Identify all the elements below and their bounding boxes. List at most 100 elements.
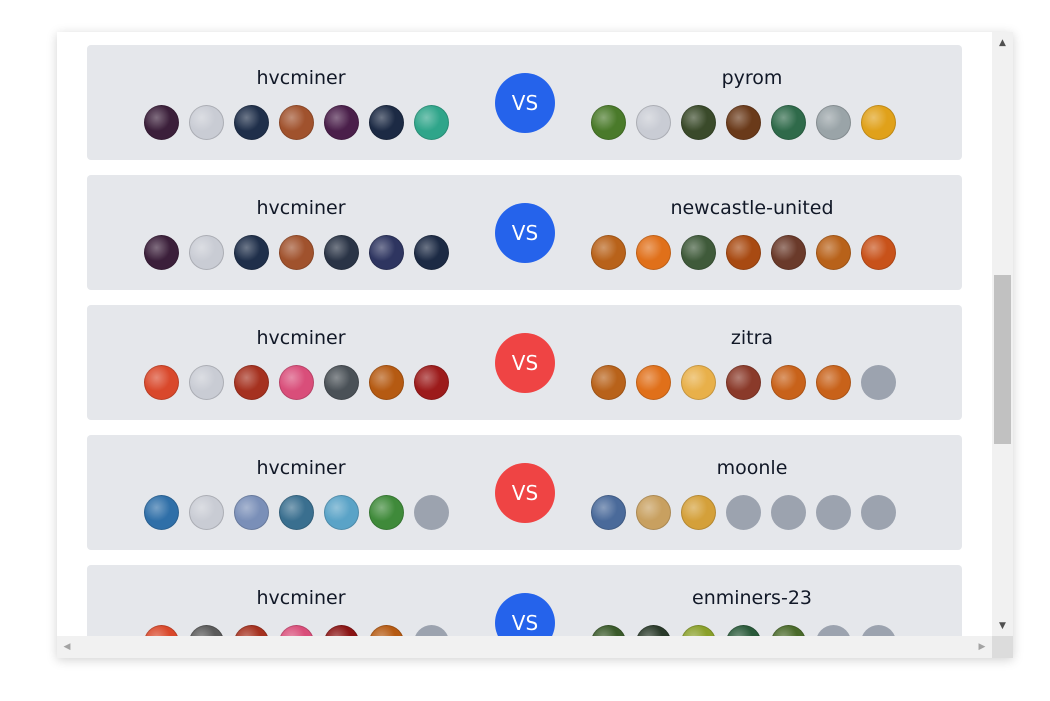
hero-avatar[interactable] [414, 365, 449, 400]
hero-avatar[interactable] [324, 365, 359, 400]
empty-hero-slot [861, 625, 896, 636]
hero-avatar[interactable] [816, 365, 851, 400]
hero-avatar[interactable] [189, 105, 224, 140]
hero-avatar[interactable] [324, 235, 359, 270]
hero-avatar[interactable] [234, 495, 269, 530]
hero-avatar[interactable] [369, 365, 404, 400]
hero-avatar[interactable] [726, 235, 761, 270]
hero-avatar[interactable] [144, 365, 179, 400]
match-card[interactable]: hvcminer VS moonle [87, 435, 962, 550]
hero-avatar[interactable] [726, 105, 761, 140]
opponent-name[interactable]: enminers-23 [542, 587, 962, 609]
hero-avatar[interactable] [189, 235, 224, 270]
player-hero-list [144, 365, 449, 400]
hero-avatar[interactable] [369, 105, 404, 140]
vertical-scrollbar-thumb[interactable] [994, 275, 1011, 444]
match-card[interactable]: hvcminer VS zitra [87, 305, 962, 420]
hero-avatar[interactable] [636, 495, 671, 530]
hero-avatar[interactable] [369, 495, 404, 530]
hero-avatar[interactable] [234, 235, 269, 270]
opponent-name[interactable]: moonle [542, 457, 962, 479]
player-name[interactable]: hvcminer [87, 457, 515, 479]
player-side: hvcminer [87, 435, 507, 550]
hero-avatar[interactable] [414, 105, 449, 140]
hero-avatar[interactable] [681, 105, 716, 140]
scroll-up-arrow-icon[interactable]: ▲ [992, 34, 1013, 51]
vertical-scrollbar[interactable]: ▲ ▼ [992, 32, 1013, 636]
match-card[interactable]: hvcminer VS newcastle-united [87, 175, 962, 290]
player-name[interactable]: hvcminer [87, 327, 515, 349]
player-side: hvcminer [87, 305, 507, 420]
hero-avatar[interactable] [771, 105, 806, 140]
hero-avatar[interactable] [144, 105, 179, 140]
hero-avatar[interactable] [324, 105, 359, 140]
hero-avatar[interactable] [279, 625, 314, 636]
player-name[interactable]: hvcminer [87, 67, 515, 89]
hero-avatar[interactable] [681, 235, 716, 270]
horizontal-scrollbar[interactable]: ◀ ▶ [57, 636, 992, 658]
matches-viewport[interactable]: hvcminer VS pyrom hvcminer VS newcastle-unite… [57, 32, 992, 636]
hero-avatar[interactable] [234, 625, 269, 636]
scroll-right-arrow-icon[interactable]: ▶ [972, 636, 992, 658]
hero-avatar[interactable] [861, 105, 896, 140]
hero-avatar[interactable] [636, 365, 671, 400]
scrollbar-corner [992, 636, 1013, 658]
empty-hero-slot [816, 495, 851, 530]
empty-hero-slot [414, 625, 449, 636]
hero-avatar[interactable] [681, 365, 716, 400]
empty-hero-slot [726, 495, 761, 530]
hero-avatar[interactable] [771, 365, 806, 400]
player-hero-list [144, 625, 449, 636]
hero-avatar[interactable] [144, 235, 179, 270]
match-card[interactable]: hvcminer VS enminers-23 [87, 565, 962, 636]
opponent-side: newcastle-united [542, 175, 962, 290]
player-name[interactable]: hvcminer [87, 587, 515, 609]
scroll-left-arrow-icon[interactable]: ◀ [57, 636, 77, 658]
hero-avatar[interactable] [591, 365, 626, 400]
hero-avatar[interactable] [816, 235, 851, 270]
hero-avatar[interactable] [144, 625, 179, 636]
scroll-down-arrow-icon[interactable]: ▼ [992, 617, 1013, 634]
hero-avatar[interactable] [636, 235, 671, 270]
hero-avatar[interactable] [816, 105, 851, 140]
hero-avatar[interactable] [636, 105, 671, 140]
hero-avatar[interactable] [279, 235, 314, 270]
hero-avatar[interactable] [591, 495, 626, 530]
hero-avatar[interactable] [369, 625, 404, 636]
hero-avatar[interactable] [681, 495, 716, 530]
match-card[interactable]: hvcminer VS pyrom [87, 45, 962, 160]
hero-avatar[interactable] [681, 625, 716, 636]
hero-avatar[interactable] [279, 365, 314, 400]
hero-avatar[interactable] [591, 105, 626, 140]
hero-avatar[interactable] [369, 235, 404, 270]
hero-avatar[interactable] [726, 625, 761, 636]
opponent-name[interactable]: pyrom [542, 67, 962, 89]
opponent-name[interactable]: newcastle-united [542, 197, 962, 219]
opponent-name[interactable]: zitra [542, 327, 962, 349]
hero-avatar[interactable] [636, 625, 671, 636]
opponent-side: zitra [542, 305, 962, 420]
hero-avatar[interactable] [591, 625, 626, 636]
player-side: hvcminer [87, 565, 507, 636]
hero-avatar[interactable] [234, 105, 269, 140]
hero-avatar[interactable] [189, 495, 224, 530]
hero-avatar[interactable] [771, 235, 806, 270]
player-name[interactable]: hvcminer [87, 197, 515, 219]
player-hero-list [144, 495, 449, 530]
hero-avatar[interactable] [771, 625, 806, 636]
hero-avatar[interactable] [414, 235, 449, 270]
empty-hero-slot [414, 495, 449, 530]
player-side: hvcminer [87, 175, 507, 290]
hero-avatar[interactable] [591, 235, 626, 270]
hero-avatar[interactable] [189, 365, 224, 400]
hero-avatar[interactable] [861, 235, 896, 270]
hero-avatar[interactable] [144, 495, 179, 530]
hero-avatar[interactable] [279, 105, 314, 140]
hero-avatar[interactable] [324, 625, 359, 636]
hero-avatar[interactable] [324, 495, 359, 530]
opponent-hero-list [591, 625, 896, 636]
hero-avatar[interactable] [234, 365, 269, 400]
hero-avatar[interactable] [189, 625, 224, 636]
hero-avatar[interactable] [726, 365, 761, 400]
hero-avatar[interactable] [279, 495, 314, 530]
